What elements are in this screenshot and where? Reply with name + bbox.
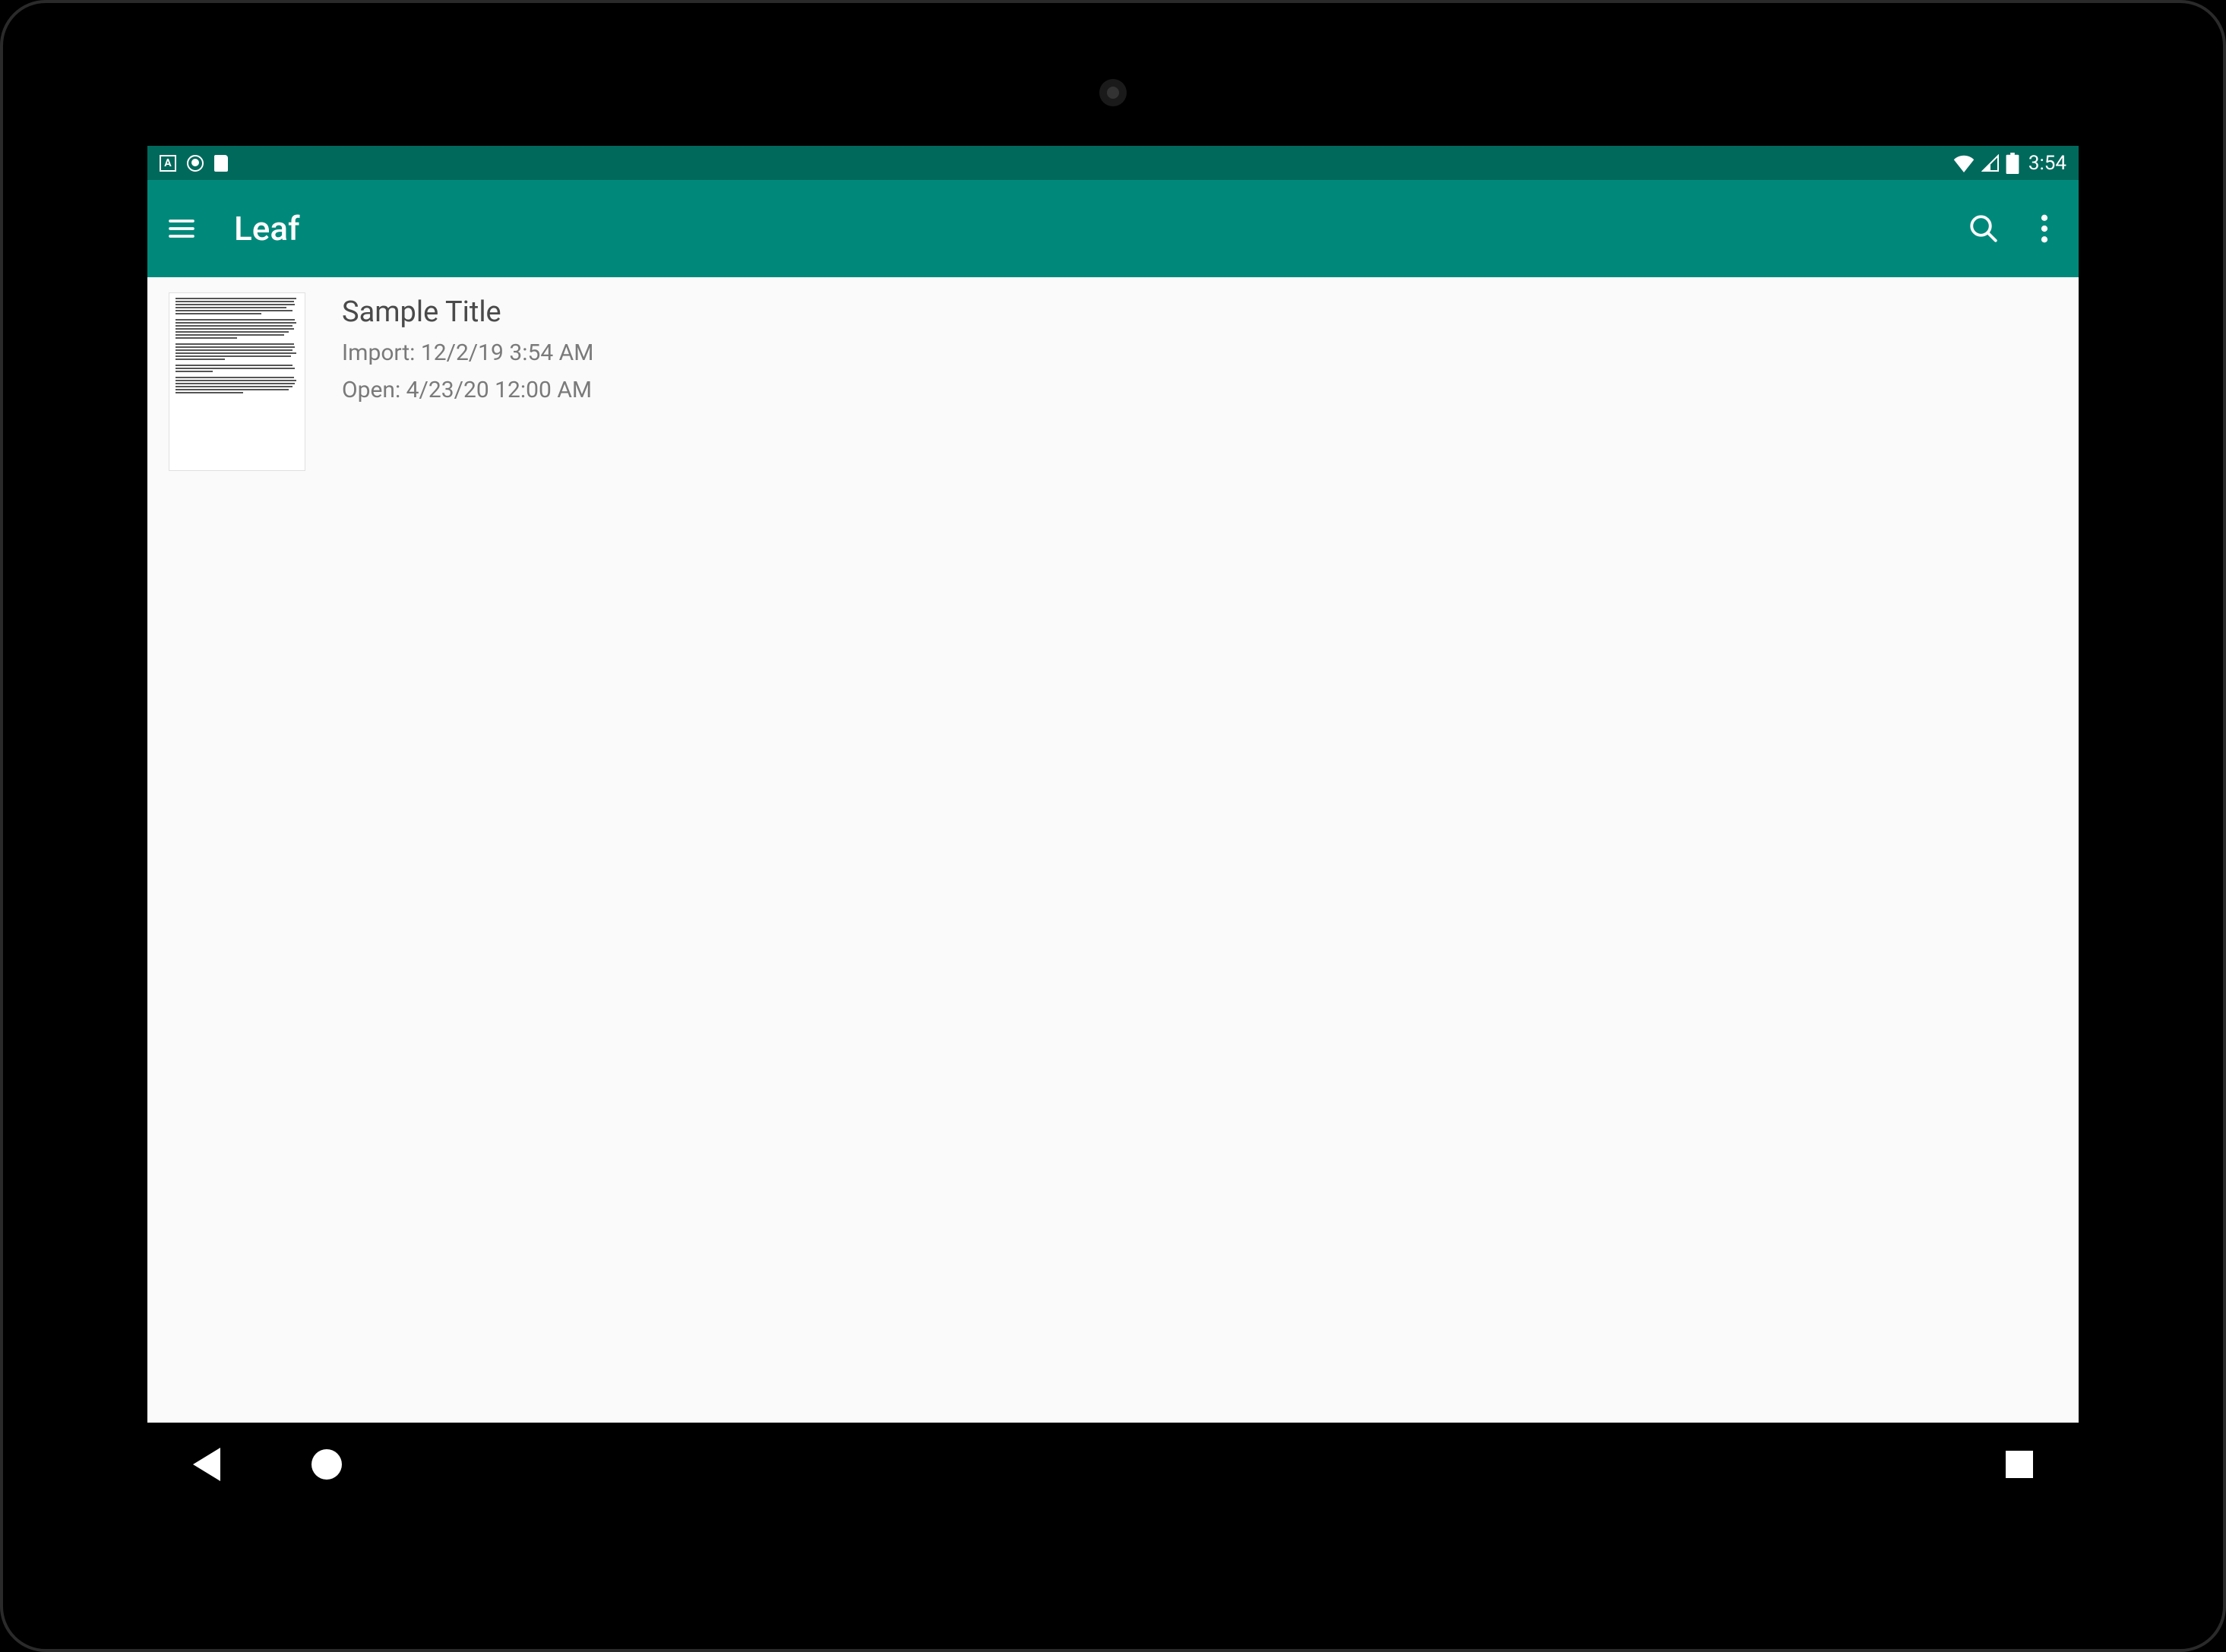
more-vert-icon — [2041, 214, 2048, 243]
menu-button[interactable] — [166, 213, 198, 245]
search-icon — [1968, 213, 2000, 245]
hamburger-icon — [166, 213, 197, 244]
notification-document-icon — [214, 155, 228, 172]
document-title: Sample Title — [342, 295, 593, 329]
app-bar: Leaf — [147, 180, 2079, 277]
content-area: Sample Title Import: 12/2/19 3:54 AM Ope… — [147, 277, 2079, 1423]
status-left-icons: A — [160, 155, 228, 172]
status-bar: A 3:54 — [147, 146, 2079, 180]
document-thumbnail — [169, 292, 305, 471]
search-button[interactable] — [1968, 213, 2000, 245]
system-nav-bar — [147, 1423, 2079, 1506]
nav-recent-button[interactable] — [2006, 1451, 2033, 1478]
status-right-icons: 3:54 — [1952, 152, 2066, 175]
cellular-icon — [1981, 154, 2000, 172]
tablet-device-frame: A 3:54 Leaf — [0, 0, 2226, 1652]
nav-home-button[interactable] — [311, 1449, 342, 1480]
status-time: 3:54 — [2028, 152, 2066, 175]
document-open-date: Open: 4/23/20 12:00 AM — [342, 377, 593, 403]
nav-back-button[interactable] — [193, 1448, 220, 1481]
document-list-item[interactable]: Sample Title Import: 12/2/19 3:54 AM Ope… — [169, 292, 2057, 471]
wifi-icon — [1952, 154, 1975, 172]
app-title: Leaf — [234, 209, 300, 248]
camera-dot — [1099, 79, 1127, 106]
battery-icon — [2006, 153, 2019, 174]
notification-a-icon: A — [160, 155, 176, 172]
app-bar-actions — [1968, 213, 2060, 245]
document-info: Sample Title Import: 12/2/19 3:54 AM Ope… — [342, 292, 593, 471]
notification-circle-icon — [187, 155, 204, 172]
overflow-menu-button[interactable] — [2028, 213, 2060, 245]
document-import-date: Import: 12/2/19 3:54 AM — [342, 340, 593, 366]
device-screen: A 3:54 Leaf — [147, 146, 2079, 1506]
